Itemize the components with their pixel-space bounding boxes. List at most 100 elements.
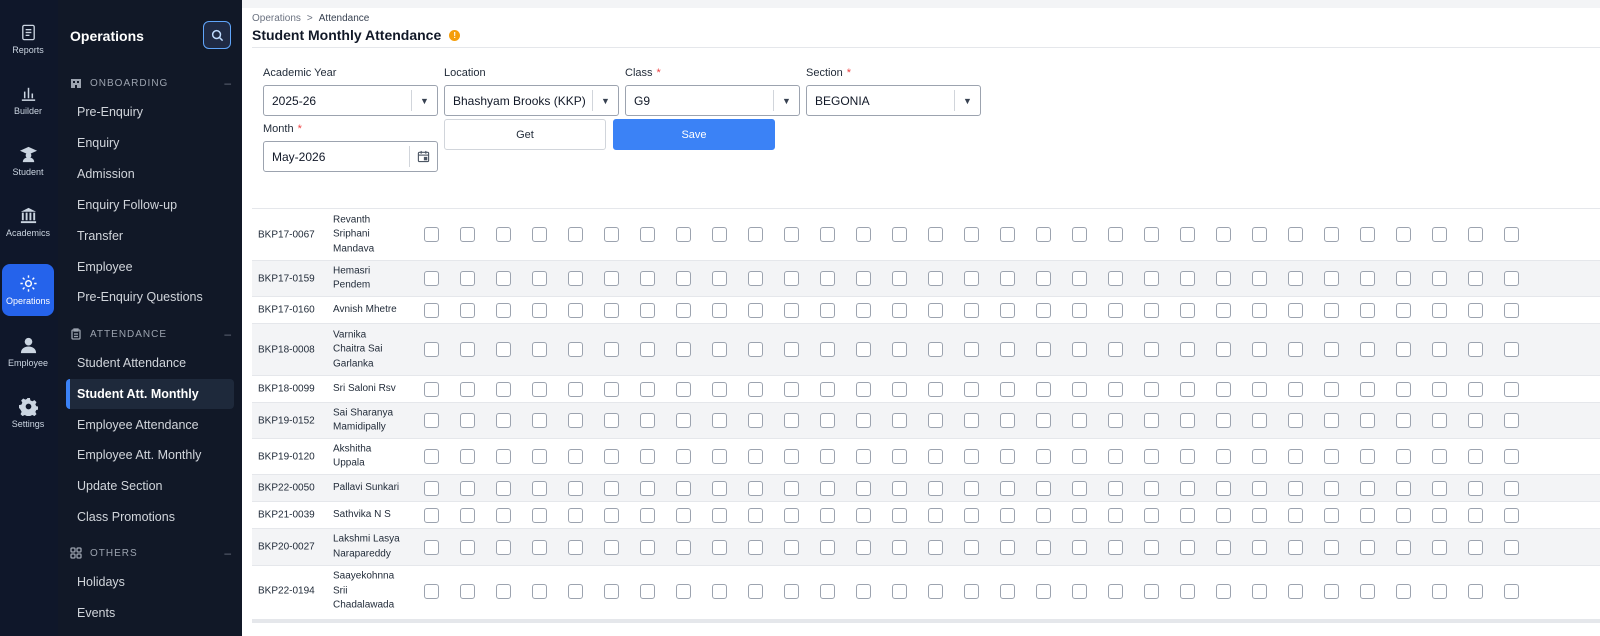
attendance-checkbox[interactable] xyxy=(1324,507,1339,523)
attendance-checkbox[interactable] xyxy=(748,381,763,397)
attendance-checkbox[interactable] xyxy=(424,413,439,428)
attendance-checkbox[interactable] xyxy=(928,539,943,555)
attendance-checkbox[interactable] xyxy=(532,539,547,555)
attendance-checkbox[interactable] xyxy=(460,271,475,286)
attendance-checkbox[interactable] xyxy=(928,302,943,318)
attendance-checkbox[interactable] xyxy=(964,507,979,523)
attendance-checkbox[interactable] xyxy=(1432,271,1447,286)
nav-item-student-attendance[interactable]: Student Attendance xyxy=(66,348,234,378)
attendance-checkbox[interactable] xyxy=(1144,413,1159,428)
attendance-checkbox[interactable] xyxy=(964,302,979,318)
attendance-checkbox[interactable] xyxy=(604,227,619,242)
attendance-checkbox[interactable] xyxy=(1036,583,1051,599)
attendance-checkbox[interactable] xyxy=(1252,413,1267,428)
attendance-checkbox[interactable] xyxy=(496,271,511,286)
attendance-checkbox[interactable] xyxy=(1324,413,1339,428)
nav-section-others[interactable]: OTHERS – xyxy=(70,543,232,563)
attendance-checkbox[interactable] xyxy=(712,271,727,286)
attendance-checkbox[interactable] xyxy=(820,539,835,555)
attendance-checkbox[interactable] xyxy=(1324,342,1339,357)
attendance-checkbox[interactable] xyxy=(1396,480,1411,496)
attendance-checkbox[interactable] xyxy=(496,539,511,555)
attendance-checkbox[interactable] xyxy=(1216,413,1231,428)
attendance-checkbox[interactable] xyxy=(1432,413,1447,428)
attendance-checkbox[interactable] xyxy=(1288,302,1303,318)
attendance-checkbox[interactable] xyxy=(1144,302,1159,318)
nav-item-update-section[interactable]: Update Section xyxy=(66,471,234,501)
attendance-checkbox[interactable] xyxy=(496,227,511,242)
attendance-checkbox[interactable] xyxy=(784,480,799,496)
attendance-checkbox[interactable] xyxy=(1180,271,1195,286)
attendance-checkbox[interactable] xyxy=(1036,271,1051,286)
attendance-checkbox[interactable] xyxy=(1468,413,1483,428)
attendance-checkbox[interactable] xyxy=(1108,583,1123,599)
attendance-checkbox[interactable] xyxy=(640,227,655,242)
attendance-checkbox[interactable] xyxy=(820,413,835,428)
attendance-checkbox[interactable] xyxy=(1252,480,1267,496)
attendance-checkbox[interactable] xyxy=(1072,539,1087,555)
attendance-checkbox[interactable] xyxy=(1072,381,1087,397)
attendance-checkbox[interactable] xyxy=(460,227,475,242)
attendance-checkbox[interactable] xyxy=(1216,583,1231,599)
attendance-checkbox[interactable] xyxy=(460,449,475,464)
attendance-checkbox[interactable] xyxy=(604,381,619,397)
attendance-checkbox[interactable] xyxy=(1288,583,1303,599)
attendance-checkbox[interactable] xyxy=(1468,227,1483,242)
attendance-checkbox[interactable] xyxy=(1108,480,1123,496)
attendance-checkbox[interactable] xyxy=(1252,302,1267,318)
attendance-checkbox[interactable] xyxy=(1072,413,1087,428)
attendance-checkbox[interactable] xyxy=(1000,413,1015,428)
nav-item-class-promotions[interactable]: Class Promotions xyxy=(66,502,234,532)
attendance-checkbox[interactable] xyxy=(532,507,547,523)
attendance-checkbox[interactable] xyxy=(568,227,583,242)
attendance-checkbox[interactable] xyxy=(532,449,547,464)
attendance-checkbox[interactable] xyxy=(748,413,763,428)
attendance-checkbox[interactable] xyxy=(1504,539,1519,555)
attendance-checkbox[interactable] xyxy=(1216,539,1231,555)
attendance-checkbox[interactable] xyxy=(748,507,763,523)
attendance-checkbox[interactable] xyxy=(1288,480,1303,496)
attendance-checkbox[interactable] xyxy=(712,507,727,523)
attendance-checkbox[interactable] xyxy=(676,449,691,464)
attendance-checkbox[interactable] xyxy=(784,539,799,555)
attendance-checkbox[interactable] xyxy=(1252,507,1267,523)
attendance-checkbox[interactable] xyxy=(460,480,475,496)
nav-section-onboarding[interactable]: ONBOARDING – xyxy=(70,73,232,93)
nav-search-button[interactable] xyxy=(203,21,231,49)
attendance-checkbox[interactable] xyxy=(424,302,439,318)
attendance-checkbox[interactable] xyxy=(784,271,799,286)
attendance-checkbox[interactable] xyxy=(1216,302,1231,318)
attendance-checkbox[interactable] xyxy=(496,480,511,496)
attendance-checkbox[interactable] xyxy=(424,227,439,242)
attendance-checkbox[interactable] xyxy=(1036,507,1051,523)
location-select[interactable]: Bhashyam Brooks (KKP) ▼ xyxy=(444,85,619,116)
attendance-checkbox[interactable] xyxy=(1432,480,1447,496)
attendance-checkbox[interactable] xyxy=(568,507,583,523)
attendance-checkbox[interactable] xyxy=(1324,271,1339,286)
attendance-checkbox[interactable] xyxy=(964,413,979,428)
attendance-checkbox[interactable] xyxy=(1396,583,1411,599)
attendance-checkbox[interactable] xyxy=(892,507,907,523)
attendance-checkbox[interactable] xyxy=(568,342,583,357)
attendance-checkbox[interactable] xyxy=(1468,342,1483,357)
attendance-checkbox[interactable] xyxy=(640,583,655,599)
attendance-checkbox[interactable] xyxy=(748,539,763,555)
attendance-checkbox[interactable] xyxy=(1036,480,1051,496)
attendance-checkbox[interactable] xyxy=(1072,449,1087,464)
attendance-checkbox[interactable] xyxy=(784,227,799,242)
attendance-checkbox[interactable] xyxy=(1288,227,1303,242)
attendance-checkbox[interactable] xyxy=(856,413,871,428)
attendance-checkbox[interactable] xyxy=(676,413,691,428)
attendance-checkbox[interactable] xyxy=(964,342,979,357)
attendance-checkbox[interactable] xyxy=(1252,583,1267,599)
attendance-checkbox[interactable] xyxy=(1144,271,1159,286)
attendance-checkbox[interactable] xyxy=(1324,227,1339,242)
attendance-checkbox[interactable] xyxy=(856,271,871,286)
attendance-checkbox[interactable] xyxy=(1324,302,1339,318)
attendance-checkbox[interactable] xyxy=(1288,539,1303,555)
attendance-checkbox[interactable] xyxy=(1072,302,1087,318)
attendance-checkbox[interactable] xyxy=(1360,271,1375,286)
attendance-checkbox[interactable] xyxy=(964,539,979,555)
attendance-checkbox[interactable] xyxy=(1144,507,1159,523)
rail-item-operations[interactable]: Operations xyxy=(2,264,54,316)
